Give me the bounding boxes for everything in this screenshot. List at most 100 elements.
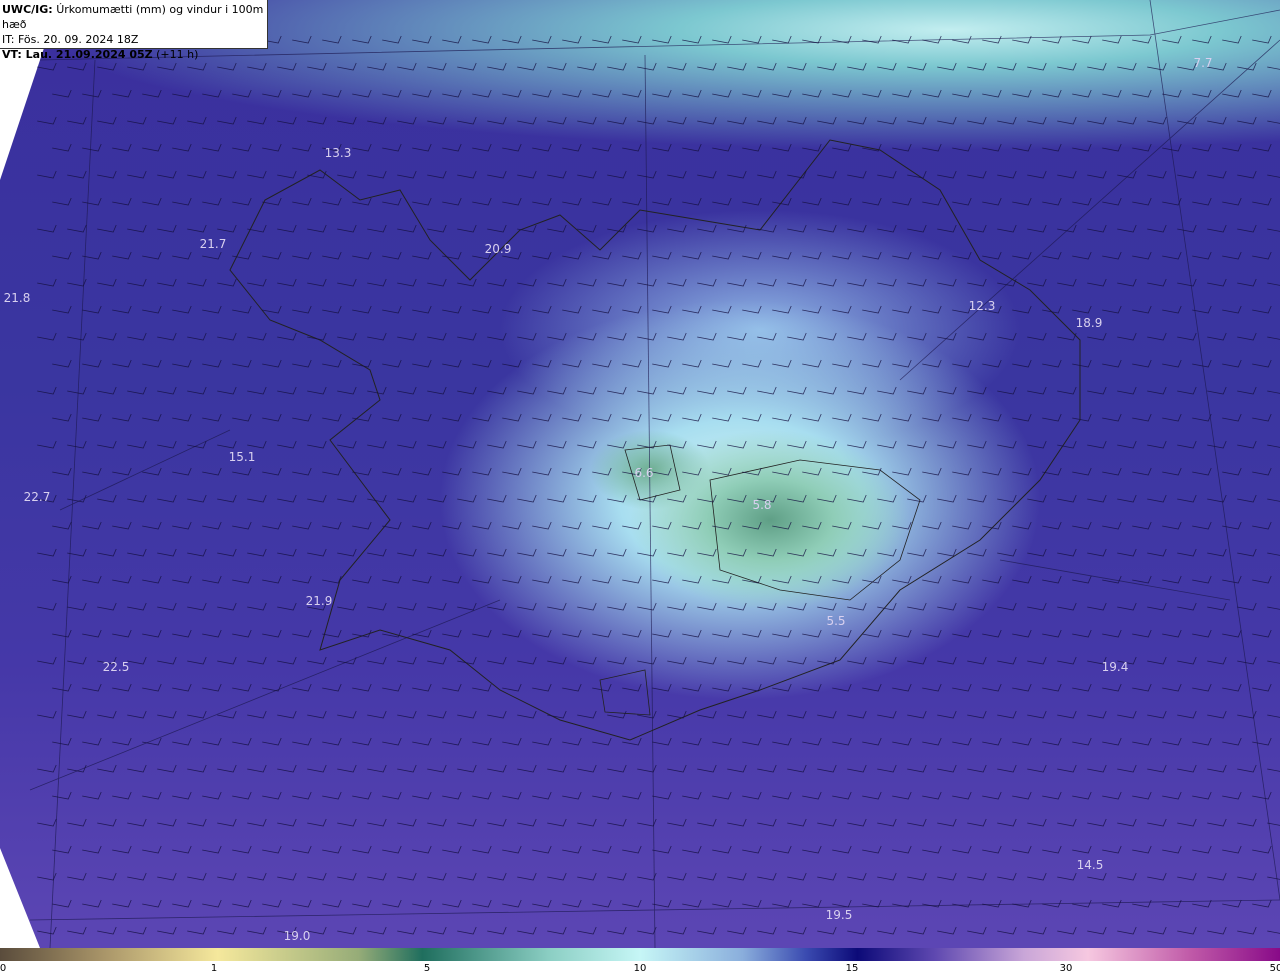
wind-barb — [682, 575, 702, 584]
wind-barb — [1267, 660, 1280, 664]
wind-barb — [832, 737, 852, 746]
wind-barb — [82, 359, 102, 368]
wind-barb — [1252, 683, 1272, 692]
wind-barb — [1267, 228, 1280, 232]
wind-barb — [187, 764, 207, 773]
wind-barb — [1192, 359, 1212, 368]
wind-barb — [412, 467, 432, 476]
wind-barb — [1117, 494, 1137, 503]
wind-barb — [652, 575, 672, 584]
wind-barb — [832, 359, 852, 368]
colorbar-ticks: 0 1 5 10 15 30 50 — [0, 961, 1280, 978]
wind-barb — [367, 710, 387, 719]
wind-barb — [97, 872, 117, 881]
wind-barb — [652, 791, 672, 800]
wind-barb — [1222, 521, 1242, 530]
wind-barb — [1057, 62, 1077, 71]
wind-barb — [712, 899, 732, 908]
wind-barb — [622, 251, 642, 260]
wind-barb — [412, 575, 432, 584]
wind-barb — [877, 710, 897, 719]
wind-barb — [1147, 656, 1167, 665]
wind-barb — [277, 602, 297, 611]
wind-barb — [487, 116, 507, 125]
wind-barb — [52, 143, 72, 152]
wind-barb — [367, 440, 387, 449]
wind-barb — [877, 926, 897, 935]
wind-barb — [202, 251, 222, 260]
wind-barb — [247, 602, 267, 611]
wind-barb — [1057, 764, 1077, 773]
wind-barb — [787, 440, 807, 449]
wind-barb — [1192, 791, 1212, 800]
wind-barb — [352, 35, 372, 44]
wind-barb — [37, 548, 57, 557]
wind-barb — [637, 386, 657, 395]
wind-barb — [82, 791, 102, 800]
wind-barb — [427, 224, 447, 233]
wind-barb — [217, 116, 237, 125]
wind-barb — [1042, 143, 1062, 152]
wind-barb — [1192, 197, 1212, 206]
wind-barb — [967, 926, 987, 935]
wind-barb — [397, 764, 417, 773]
wind-barb — [757, 818, 777, 827]
wind-barb — [1012, 143, 1032, 152]
wind-barb — [292, 143, 312, 152]
wind-barb — [697, 926, 717, 935]
wind-barb — [157, 764, 177, 773]
wind-barb — [217, 710, 237, 719]
wind-barb — [1207, 764, 1227, 773]
map-value-label: 5.8 — [752, 498, 772, 512]
wind-barb — [937, 548, 957, 557]
wind-barb — [112, 467, 132, 476]
wind-barb — [1057, 710, 1077, 719]
wind-barb — [382, 197, 402, 206]
wind-barb — [82, 899, 102, 908]
glacier-outline — [599, 669, 651, 716]
wind-barb — [727, 548, 747, 557]
wind-barb — [577, 656, 597, 665]
wind-barb — [397, 440, 417, 449]
wind-barb — [52, 251, 72, 260]
wind-barb — [292, 845, 312, 854]
wind-barb — [112, 575, 132, 584]
wind-barb — [637, 872, 657, 881]
wind-barb — [547, 764, 567, 773]
wind-barb — [1027, 926, 1047, 935]
wind-barb — [682, 737, 702, 746]
wind-barb — [172, 143, 192, 152]
wind-barb — [652, 359, 672, 368]
wind-barb — [727, 710, 747, 719]
wind-barb — [937, 278, 957, 287]
wind-barb — [847, 872, 867, 881]
wind-barb — [1117, 710, 1137, 719]
wind-barb — [142, 251, 162, 260]
wind-barb — [607, 926, 627, 935]
wind-barb — [307, 764, 327, 773]
wind-barb — [862, 35, 882, 44]
wind-barb — [787, 710, 807, 719]
wind-barb — [787, 602, 807, 611]
wind-barb — [307, 872, 327, 881]
wind-barb — [1132, 629, 1152, 638]
wind-barb — [1012, 845, 1032, 854]
wind-barb — [412, 791, 432, 800]
title-box: UWC/IG: Úrkomumætti (mm) og vindur i 100… — [0, 0, 268, 61]
wind-barb — [1042, 89, 1062, 98]
wind-barb — [697, 332, 717, 341]
colorbar-tick-label: 50 — [1269, 963, 1280, 974]
wind-barb — [1222, 413, 1242, 422]
wind-barb — [112, 305, 132, 314]
wind-barb — [277, 818, 297, 827]
wind-barb — [217, 170, 237, 179]
wind-barb — [577, 872, 597, 881]
wind-barb — [862, 251, 882, 260]
wind-barb — [1087, 926, 1107, 935]
wind-barb — [727, 926, 747, 935]
wind-barb — [82, 305, 102, 314]
wind-barb — [247, 926, 267, 935]
wind-barb — [1027, 494, 1047, 503]
wind-barb — [1207, 710, 1227, 719]
wind-barb — [1237, 278, 1257, 287]
